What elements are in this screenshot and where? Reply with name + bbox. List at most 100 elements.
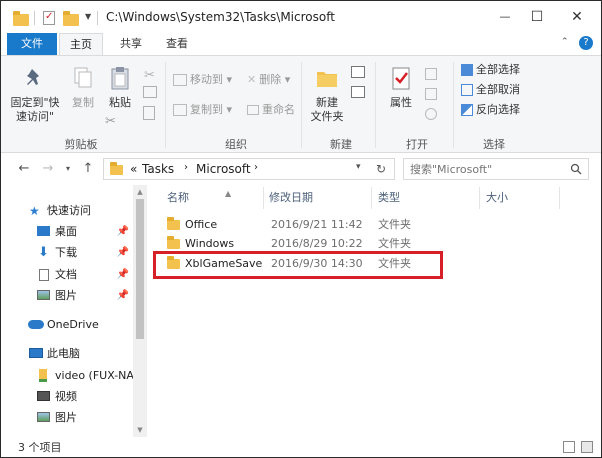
rename-button[interactable]: 重命名 bbox=[247, 102, 295, 118]
pictures-icon bbox=[37, 412, 50, 422]
column-divider[interactable] bbox=[371, 187, 372, 209]
address-dropdown-icon[interactable]: ▾ bbox=[356, 162, 361, 172]
computer-icon bbox=[29, 348, 43, 358]
customize-quick-access-icon[interactable]: ▼ bbox=[85, 12, 91, 28]
close-button[interactable]: ✕ bbox=[563, 5, 591, 29]
nav-pictures-label: 图片 bbox=[55, 289, 77, 302]
paste-button[interactable]: 粘贴 bbox=[103, 66, 137, 110]
help-icon[interactable]: ? bbox=[579, 36, 593, 50]
copy-to-button[interactable]: 复制到 ▾ bbox=[173, 102, 232, 118]
pictures-icon bbox=[37, 290, 50, 300]
select-all-label: 全部选择 bbox=[476, 63, 520, 76]
breadcrumb-tasks[interactable]: Tasks bbox=[142, 162, 174, 176]
column-divider[interactable] bbox=[559, 187, 560, 209]
properties-label: 属性 bbox=[390, 96, 412, 109]
scroll-up-icon[interactable]: ▲ bbox=[133, 185, 147, 199]
new-item-icon[interactable] bbox=[351, 66, 365, 78]
nav-video-drive[interactable]: video (FUX-NA bbox=[1, 366, 134, 386]
navigation-pane: ★ 快速访问 桌面 📌 ⬇ 下载 📌 文档 📌 图片 📌 OneDrive 此电… bbox=[1, 185, 134, 437]
back-arrow-icon[interactable]: ← bbox=[15, 160, 33, 178]
breadcrumb-microsoft[interactable]: Microsoft bbox=[196, 162, 251, 176]
tab-home[interactable]: 主页 bbox=[59, 33, 103, 55]
new-folder-button[interactable]: 新建 文件夹 bbox=[305, 66, 349, 124]
new-folder-icon bbox=[317, 72, 337, 87]
forward-arrow-icon[interactable]: → bbox=[39, 160, 57, 178]
invert-selection-label: 反向选择 bbox=[476, 103, 520, 116]
column-header-name[interactable]: ▲ 名称 bbox=[167, 185, 231, 211]
tiles-view-icon[interactable] bbox=[581, 441, 593, 453]
copy-path-icon[interactable] bbox=[143, 86, 157, 98]
nav-this-pc[interactable]: 此电脑 bbox=[1, 344, 133, 364]
scroll-down-icon[interactable]: ▼ bbox=[133, 423, 147, 437]
maximize-button[interactable]: ☐ bbox=[523, 5, 551, 29]
nav-quick-access[interactable]: ★ 快速访问 bbox=[1, 201, 133, 221]
delete-button[interactable]: ✕ 删除 ▾ bbox=[247, 72, 290, 88]
column-header-type[interactable]: 类型 bbox=[378, 185, 400, 211]
nav-onedrive-label: OneDrive bbox=[47, 318, 99, 331]
nav-downloads[interactable]: ⬇ 下载 📌 bbox=[1, 243, 133, 263]
search-input[interactable] bbox=[410, 161, 560, 177]
rename-icon bbox=[247, 105, 259, 115]
scissors-icon[interactable]: ✂ bbox=[105, 114, 116, 129]
breadcrumb-separator-icon[interactable]: › bbox=[254, 162, 258, 173]
nav-onedrive[interactable]: OneDrive bbox=[1, 315, 133, 335]
easy-access-icon[interactable] bbox=[351, 86, 365, 98]
select-all-button[interactable]: 全部选择 bbox=[461, 62, 520, 78]
breadcrumb-separator-icon[interactable]: › bbox=[184, 162, 188, 173]
tab-share[interactable]: 共享 bbox=[109, 33, 153, 55]
properties-button[interactable]: 属性 bbox=[381, 66, 421, 110]
copy-button[interactable]: 复制 bbox=[67, 66, 99, 110]
pin-quick-access-button[interactable]: 固定到"快 速访问" bbox=[7, 66, 63, 124]
address-chevrons[interactable]: « bbox=[130, 162, 137, 176]
move-to-label: 移动到 bbox=[190, 73, 223, 86]
open-icon[interactable] bbox=[425, 68, 437, 80]
history-icon[interactable] bbox=[425, 108, 437, 120]
nav-desktop[interactable]: 桌面 📌 bbox=[1, 222, 133, 242]
nav-videos[interactable]: 视频 bbox=[1, 387, 133, 407]
scroll-thumb[interactable] bbox=[136, 199, 144, 339]
details-view-icon[interactable] bbox=[563, 441, 575, 453]
column-divider[interactable] bbox=[479, 187, 480, 209]
download-icon: ⬇ bbox=[38, 245, 49, 260]
new-folder-quick-icon[interactable] bbox=[63, 11, 79, 26]
rename-label: 重命名 bbox=[262, 103, 295, 116]
cut-icon[interactable]: ✂ bbox=[144, 68, 155, 83]
pin-icon bbox=[27, 69, 39, 85]
paste-label: 粘贴 bbox=[109, 96, 131, 109]
file-list: ▲ 名称 修改日期 类型 大小 Office 2016/9/21 11:42 文… bbox=[149, 185, 601, 437]
highlight-box bbox=[153, 251, 443, 279]
recent-locations-icon[interactable]: ▾ bbox=[59, 160, 77, 178]
address-bar[interactable]: « Tasks › Microsoft › ▾ ↻ bbox=[103, 158, 395, 180]
column-header-modified[interactable]: 修改日期 bbox=[269, 185, 313, 211]
refresh-icon[interactable]: ↻ bbox=[376, 162, 386, 176]
up-arrow-icon[interactable]: ↑ bbox=[79, 160, 97, 178]
document-icon bbox=[39, 269, 49, 281]
open-group-label: 打开 bbox=[406, 138, 428, 151]
invert-selection-button[interactable]: 反向选择 bbox=[461, 102, 520, 118]
paste-shortcut-icon[interactable] bbox=[143, 106, 155, 120]
search-icon[interactable] bbox=[570, 163, 582, 175]
file-type: 文件夹 bbox=[378, 218, 411, 231]
search-box[interactable] bbox=[403, 158, 589, 180]
column-header-size[interactable]: 大小 bbox=[486, 185, 508, 211]
nav-pictures-pc[interactable]: 图片 bbox=[1, 408, 133, 428]
star-icon: ★ bbox=[29, 204, 40, 218]
properties-quick-icon[interactable]: ✓ bbox=[43, 11, 55, 25]
navigation-scrollbar[interactable]: ▲ ▼ bbox=[133, 185, 147, 437]
select-none-button[interactable]: 全部取消 bbox=[461, 82, 520, 98]
ribbon-collapse-icon[interactable]: ⌃ bbox=[561, 37, 569, 47]
sort-ascending-icon: ▲ bbox=[225, 189, 232, 198]
file-modified: 2016/9/21 11:42 bbox=[271, 218, 363, 231]
nav-documents[interactable]: 文档 📌 bbox=[1, 265, 133, 285]
edit-icon[interactable] bbox=[425, 88, 437, 100]
copy-icon bbox=[74, 67, 92, 88]
nav-pictures[interactable]: 图片 📌 bbox=[1, 286, 133, 306]
move-to-button[interactable]: 移动到 ▾ bbox=[173, 72, 232, 88]
cloud-icon bbox=[28, 320, 44, 329]
tab-file[interactable]: 文件 bbox=[7, 33, 57, 55]
column-divider[interactable] bbox=[263, 187, 264, 209]
table-row[interactable]: Office 2016/9/21 11:42 文件夹 bbox=[161, 215, 591, 234]
minimize-button[interactable]: — bbox=[491, 5, 519, 29]
nav-downloads-label: 下载 bbox=[55, 246, 77, 259]
tab-view[interactable]: 查看 bbox=[155, 33, 199, 55]
